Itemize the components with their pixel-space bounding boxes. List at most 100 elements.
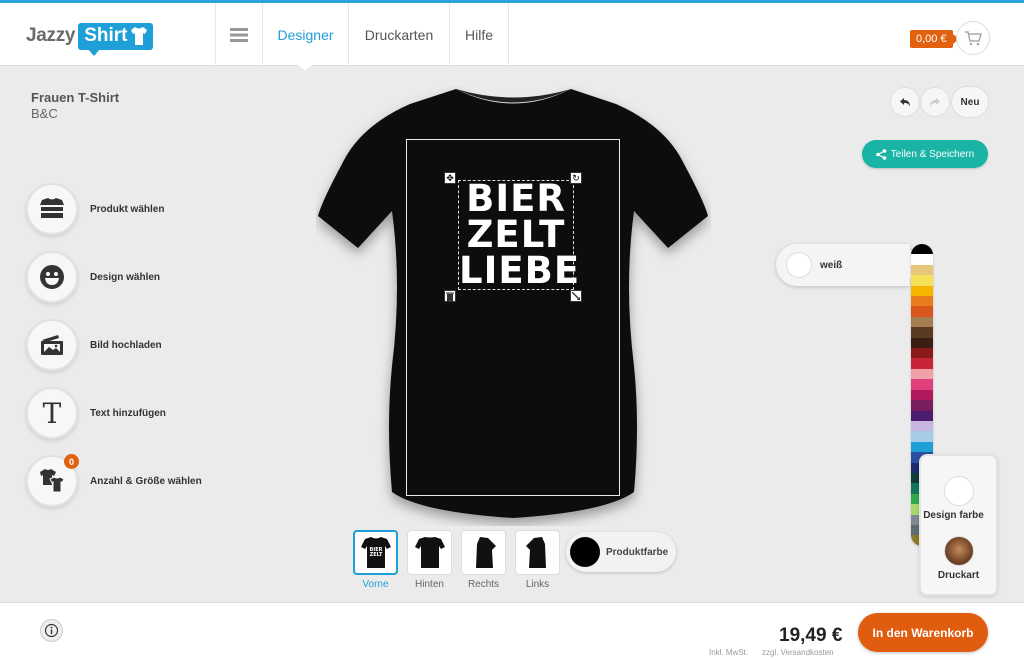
info-button[interactable] — [40, 619, 63, 642]
view-label: Rechts — [467, 579, 500, 590]
nav-tab-hilfe[interactable]: Hilfe — [449, 3, 509, 66]
tool-text-hinzufuegen[interactable]: T Text hinzufügen — [26, 387, 166, 439]
view-right[interactable]: Rechts — [461, 530, 506, 590]
color-swatch[interactable] — [911, 368, 933, 380]
footer-bar: 19,49 € Inkl. MwSt. zzgl. Versandkosten … — [0, 602, 1024, 660]
total-price: 19,49 € — [779, 625, 843, 646]
tool-label: Produkt wählen — [90, 203, 165, 215]
delete-handle-icon[interactable] — [444, 290, 456, 302]
produktfarbe-button[interactable]: Produktfarbe — [566, 532, 676, 572]
design-farbe-option[interactable]: Design farbe — [921, 476, 996, 521]
vat-note: Inkl. MwSt. — [709, 648, 749, 657]
share-label: Teilen & Speichern — [890, 148, 975, 160]
tool-anzahl-groesse[interactable]: 0 Anzahl & Größe wählen — [26, 454, 202, 507]
view-thumbnail — [407, 530, 452, 575]
color-swatch[interactable] — [911, 285, 933, 297]
color-swatch[interactable] — [911, 337, 933, 349]
tool-icon-circle — [26, 319, 78, 371]
selected-color-dot — [786, 252, 812, 278]
color-swatch[interactable] — [911, 358, 933, 369]
resize-handle-icon[interactable] — [570, 290, 582, 302]
logo-text-jazzy: Jazzy — [26, 25, 76, 46]
quantity-badge: 0 — [64, 454, 79, 469]
new-design-button[interactable]: Neu — [951, 86, 989, 118]
shirts-size-icon — [40, 469, 65, 493]
design-object[interactable]: BIER ZELT LIEBE — [458, 180, 581, 292]
color-tooltip: weiß — [776, 244, 924, 286]
redo-button[interactable] — [920, 87, 950, 117]
share-icon — [875, 148, 887, 160]
selected-color-label: weiß — [820, 259, 843, 271]
design-text-line: ZELT — [466, 213, 566, 256]
druckart-swatch — [943, 536, 974, 566]
color-swatch[interactable] — [911, 327, 933, 338]
text-icon: T — [42, 396, 62, 430]
tool-produkt-waehlen[interactable]: Produkt wählen — [26, 183, 164, 235]
design-text-line: LIEBE — [459, 249, 581, 292]
rotate-handle-icon[interactable]: ↻ — [570, 172, 582, 184]
view-switcher: BIER ZELT Vorne Hinten Rechts Links — [353, 530, 560, 590]
undo-button[interactable] — [890, 87, 920, 117]
color-swatch[interactable] — [911, 431, 933, 442]
shopping-cart-icon — [965, 31, 982, 46]
color-mode-panel: Design farbe Druckart — [919, 454, 998, 596]
druckart-option[interactable]: Druckart — [921, 536, 996, 581]
produktfarbe-swatch — [570, 537, 600, 567]
undo-icon — [900, 98, 910, 107]
tool-icon-circle — [26, 183, 78, 235]
share-save-button[interactable]: Teilen & Speichern — [862, 140, 988, 168]
smiley-icon — [40, 265, 64, 289]
color-swatch[interactable] — [911, 264, 933, 276]
logo-shirt-box: Shirt — [78, 22, 154, 56]
view-label: Links — [525, 579, 550, 590]
tool-icon-circle — [26, 251, 78, 303]
nav-tab-designer[interactable]: Designer — [262, 3, 348, 66]
druckart-label: Druckart — [937, 570, 980, 581]
produktfarbe-label: Produktfarbe — [606, 546, 669, 558]
color-swatch[interactable] — [911, 296, 933, 307]
add-to-cart-button[interactable]: In den Warenkorb — [858, 613, 988, 652]
color-swatch[interactable] — [911, 441, 933, 453]
tool-label: Text hinzufügen — [90, 407, 166, 419]
color-swatch[interactable] — [911, 275, 933, 286]
color-swatch[interactable] — [911, 379, 933, 390]
view-back[interactable]: Hinten — [407, 530, 452, 590]
cart-button[interactable] — [956, 21, 990, 55]
tool-design-waehlen[interactable]: Design wählen — [26, 251, 160, 303]
tool-bild-hochladen[interactable]: Bild hochladen — [26, 319, 162, 371]
tool-icon-circle: 0 — [26, 454, 79, 507]
view-label: Vorne — [362, 579, 389, 590]
view-thumbnail — [515, 530, 560, 575]
view-label: Hinten — [415, 579, 444, 590]
color-swatch[interactable] — [911, 389, 933, 401]
design-farbe-swatch — [943, 476, 974, 506]
cart-price-tag: 0,00 € — [910, 30, 959, 48]
color-swatch[interactable] — [911, 254, 933, 265]
header: Jazzy Shirt Designer Druckarten Hilfe 0,… — [0, 3, 1024, 66]
tool-icon-circle: T — [26, 387, 78, 439]
product-title: Frauen T-Shirt — [31, 90, 120, 105]
menu-button[interactable] — [215, 3, 262, 66]
info-icon — [45, 624, 58, 637]
svg-text:ZELT: ZELT — [369, 552, 382, 558]
tool-label: Bild hochladen — [90, 339, 162, 351]
view-left[interactable]: Links — [515, 530, 560, 590]
view-thumbnail — [461, 530, 506, 575]
active-tab-caret — [294, 62, 316, 71]
color-swatch[interactable] — [911, 400, 933, 411]
tool-label: Anzahl & Größe wählen — [90, 475, 202, 487]
logo-shirt-icon — [131, 26, 148, 45]
color-swatch[interactable] — [911, 348, 933, 359]
shipping-note: zzgl. Versandkosten — [762, 648, 834, 657]
color-swatch[interactable] — [911, 316, 933, 328]
color-swatch[interactable] — [911, 306, 933, 317]
nav-tab-druckarten[interactable]: Druckarten — [348, 3, 449, 66]
redo-icon — [930, 98, 940, 107]
color-swatch[interactable] — [911, 420, 933, 432]
logo[interactable]: Jazzy Shirt — [26, 19, 154, 56]
view-front[interactable]: BIER ZELT Vorne — [353, 530, 398, 590]
design-farbe-label: Design farbe — [923, 510, 984, 521]
color-swatch[interactable] — [911, 410, 933, 421]
move-handle-icon[interactable]: ✥ — [444, 172, 456, 184]
color-swatch[interactable] — [911, 244, 933, 255]
